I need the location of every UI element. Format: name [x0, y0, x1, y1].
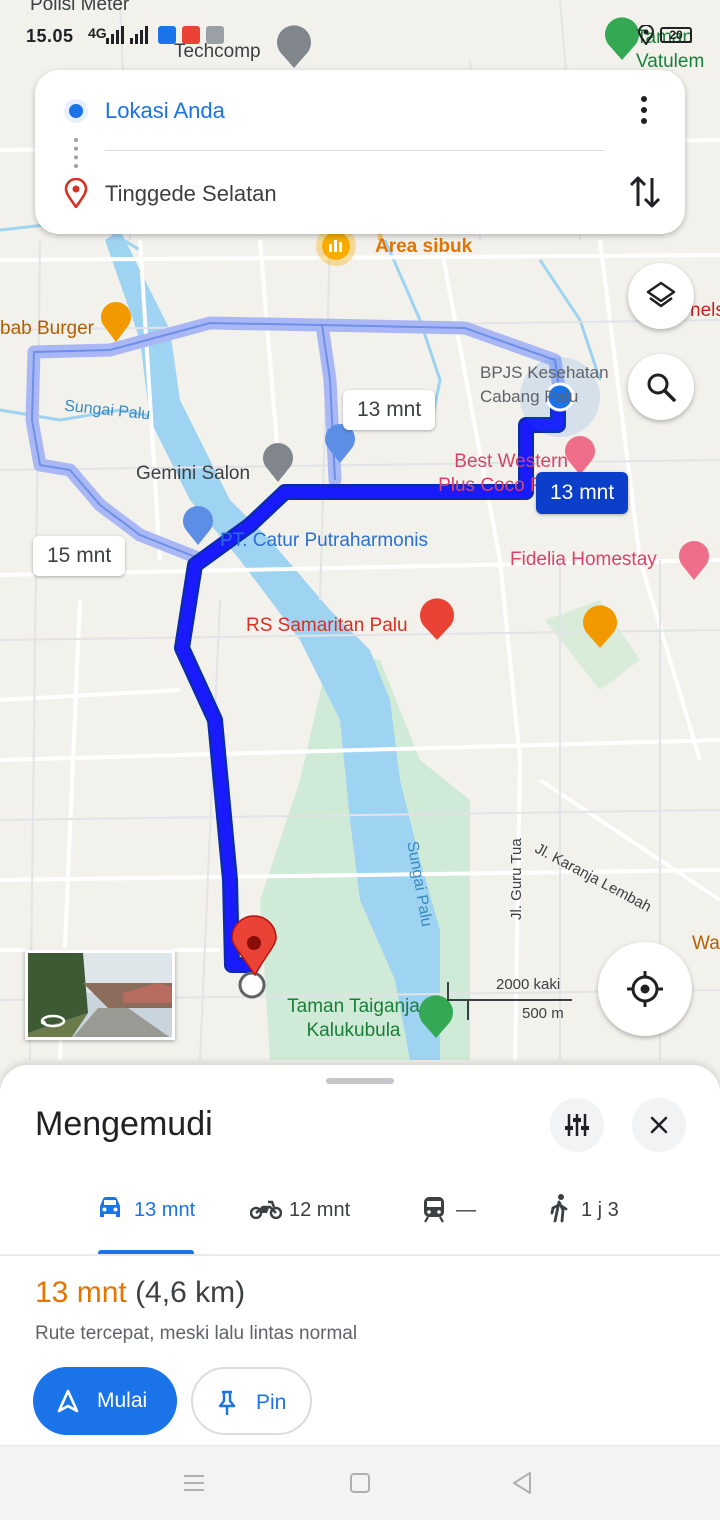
scale-imperial: 2000 kaki — [496, 976, 561, 993]
start-navigation-button[interactable]: Mulai — [33, 1367, 177, 1435]
route-time-bubble-selected[interactable]: 13 mnt — [536, 472, 629, 514]
origin-dot-icon — [69, 104, 83, 118]
tune-icon — [565, 1114, 589, 1136]
route-options-button[interactable] — [550, 1098, 604, 1152]
eta-distance: (4,6 km) — [135, 1276, 246, 1309]
layers-button[interactable] — [628, 263, 694, 329]
sheet-drag-handle[interactable] — [326, 1078, 394, 1084]
close-button[interactable] — [632, 1098, 686, 1152]
car-icon — [100, 1197, 120, 1217]
system-nav-bar — [0, 1445, 720, 1520]
pin-button[interactable]: Pin — [191, 1367, 312, 1435]
home-nav-icon[interactable] — [349, 1472, 371, 1494]
back-nav-icon[interactable] — [510, 1471, 534, 1495]
navigation-arrow-icon — [57, 1389, 79, 1413]
tab-walk[interactable]: 1 j 3 — [548, 1185, 638, 1255]
tab-car[interactable]: 13 mnt — [96, 1185, 206, 1255]
eta-time: 13 mnt — [35, 1276, 127, 1309]
route-time-bubble-alt-1[interactable]: 13 mnt — [343, 390, 436, 430]
destination-pin-icon — [64, 178, 88, 208]
pin-button-label: Pin — [256, 1391, 287, 1414]
status-bar: 15.05 4G 20 — [0, 22, 720, 50]
search-icon — [647, 373, 676, 402]
origin-field[interactable]: Lokasi Anda — [105, 98, 225, 124]
route-search-card: Lokasi Anda Tinggede Selatan — [35, 70, 685, 234]
map-label-gemini-salon: Gemini Salon — [136, 463, 251, 484]
my-location-button[interactable] — [598, 942, 692, 1036]
signal-icon — [106, 26, 148, 44]
location-status-icon — [638, 25, 654, 45]
more-options-icon[interactable] — [632, 94, 656, 126]
map-scale: 2000 kaki 500 m — [446, 976, 576, 1028]
map-label-pt-catur: PT. Catur Putraharmonis — [220, 530, 429, 551]
close-icon — [650, 1116, 668, 1134]
map-label-fidelia: Fidelia Homestay — [510, 549, 657, 570]
route-dots-icon — [74, 138, 78, 168]
route-card-divider — [105, 150, 605, 151]
tab-car-label: 13 mnt — [134, 1199, 196, 1221]
map-label-rs-samaritan: RS Samaritan Palu — [246, 615, 408, 636]
layers-icon — [646, 281, 676, 308]
battery-indicator: 20 — [660, 27, 692, 43]
tab-transit-label: — — [456, 1199, 476, 1221]
motorcycle-icon — [250, 1200, 282, 1219]
route-time-bubble-alt-2[interactable]: 15 mnt — [33, 536, 126, 576]
route-description: Rute tercepat, meski lalu lintas normal — [35, 1323, 358, 1344]
street-view-thumbnail[interactable] — [25, 950, 175, 1040]
walk-icon — [550, 1194, 568, 1223]
notification-icons — [158, 26, 224, 44]
map-label-jl-guru-tua: Jl. Guru Tua — [508, 838, 525, 920]
menu-nav-icon[interactable] — [182, 1473, 206, 1493]
swap-directions-icon[interactable] — [625, 172, 665, 212]
tab-motorcycle[interactable]: 12 mnt — [250, 1185, 360, 1255]
status-time: 15.05 — [26, 26, 74, 46]
rotate-360-icon — [40, 1014, 66, 1028]
train-icon — [424, 1197, 444, 1223]
screen: Polisi Meter Techcomp Taman Vatulem Area… — [0, 0, 720, 1520]
map-label-hotels: hels — [690, 300, 720, 321]
tab-motorcycle-label: 12 mnt — [289, 1199, 351, 1221]
tab-transit[interactable]: — — [422, 1185, 492, 1255]
map-label-bpjs: BPJS Kesehatan Cabang Palu — [480, 363, 609, 406]
tab-walk-label: 1 j 3 — [581, 1199, 619, 1221]
map-label-wa: Wa — [692, 933, 720, 954]
scale-metric: 500 m — [522, 1005, 564, 1022]
sheet-title: Mengemudi — [35, 1105, 213, 1143]
signal-label: 4G — [88, 25, 107, 41]
map-label-area-sibuk: Area sibuk — [375, 236, 473, 257]
map-label-taman-taiganja: Taman Taiganja Kalukubula — [287, 996, 420, 1041]
map-label-polisi-meter: Polisi Meter — [30, 0, 130, 15]
my-location-icon — [627, 971, 663, 1007]
map-label-kebab-burger: bab Burger — [0, 318, 95, 339]
tabs-divider — [0, 1254, 720, 1256]
eta-summary: 13 mnt (4,6 km) — [35, 1276, 245, 1310]
start-button-label: Mulai — [97, 1389, 148, 1412]
travel-mode-tabs: 13 mnt 12 mnt — 1 j 3 — [0, 1185, 720, 1257]
destination-field[interactable]: Tinggede Selatan — [105, 181, 277, 207]
search-button[interactable] — [628, 354, 694, 420]
pin-icon — [218, 1390, 236, 1415]
